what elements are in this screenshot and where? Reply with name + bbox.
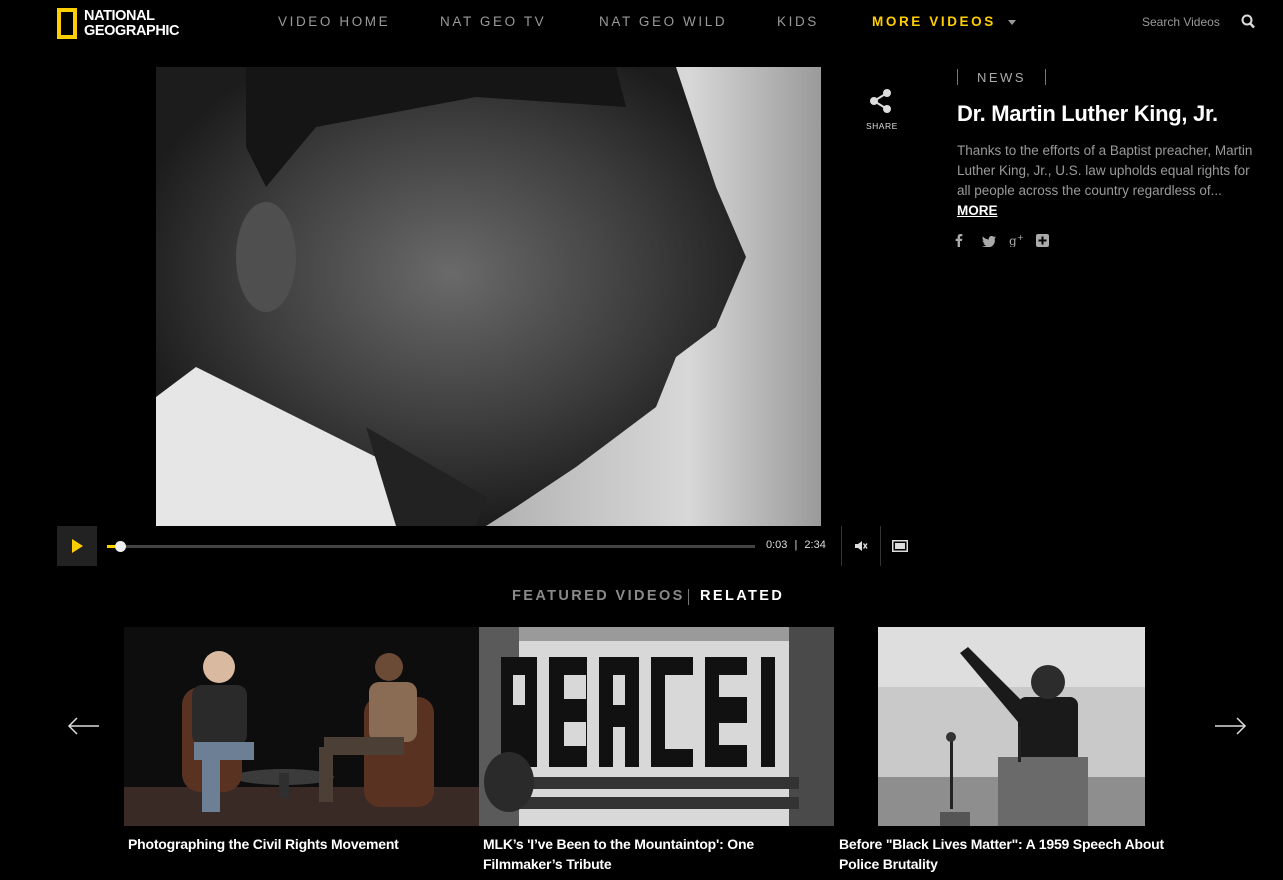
progress-bar[interactable] — [107, 541, 755, 552]
tab-divider — [688, 589, 689, 605]
more-link[interactable]: MORE — [957, 203, 998, 218]
duration: 2:34 — [804, 539, 826, 551]
svg-text:+: + — [1017, 234, 1024, 242]
tab-featured-videos[interactable]: FEATURED VIDEOS — [512, 588, 685, 604]
svg-text:g: g — [1009, 234, 1017, 247]
social-share-bar: g + — [955, 233, 1063, 250]
theater-mode-button[interactable] — [881, 526, 919, 566]
category-label[interactable]: NEWS — [957, 69, 1046, 85]
google-plus-icon[interactable]: g + — [1009, 233, 1036, 250]
search-input[interactable]: Search Videos — [1142, 15, 1220, 29]
chevron-down-icon — [1007, 19, 1016, 25]
play-icon — [72, 539, 83, 553]
carousel-next-button[interactable] — [1214, 716, 1247, 741]
add-icon[interactable] — [1036, 234, 1063, 250]
yellow-border-logo-icon — [57, 8, 77, 39]
video-frame[interactable] — [156, 67, 821, 526]
video-thumbnail[interactable] — [479, 627, 834, 826]
arrow-right-icon — [1215, 717, 1247, 735]
video-thumbnail[interactable] — [878, 627, 1145, 826]
share-icon — [870, 89, 891, 113]
play-button[interactable] — [57, 526, 97, 566]
search-icon[interactable] — [1241, 14, 1255, 34]
facebook-icon[interactable] — [955, 234, 982, 250]
tab-related[interactable]: RELATED — [700, 588, 784, 604]
twitter-icon[interactable] — [982, 235, 1009, 250]
scrubber-handle[interactable] — [114, 541, 126, 552]
carousel-prev-button[interactable] — [67, 716, 100, 741]
related-video-title[interactable]: Before "Black Lives Matter": A 1959 Spee… — [839, 834, 1184, 874]
nav-kids[interactable]: KIDS — [777, 14, 819, 29]
time-display: 0:03 | 2:34 — [766, 539, 826, 551]
video-thumbnail[interactable] — [124, 627, 479, 826]
mute-button[interactable] — [842, 526, 880, 566]
share-button[interactable]: SHARE — [866, 88, 898, 131]
share-label: SHARE — [866, 121, 898, 131]
time-separator: | — [794, 539, 798, 551]
nav-video-home[interactable]: VIDEO HOME — [278, 14, 390, 29]
nav-nat-geo-wild[interactable]: NAT GEO WILD — [599, 14, 727, 29]
current-time: 0:03 — [766, 539, 788, 551]
player-controls: 0:03 | 2:34 — [57, 526, 920, 566]
speaker-muted-icon — [855, 541, 868, 551]
thumbnail-image — [124, 627, 479, 826]
thumbnail-image — [479, 627, 834, 826]
thumbnail-image — [878, 627, 1145, 826]
natgeo-logo[interactable]: NATIONAL GEOGRAPHIC — [57, 8, 179, 39]
logo-wordmark: NATIONAL GEOGRAPHIC — [84, 7, 180, 39]
related-video-title[interactable]: Photographing the Civil Rights Movement — [128, 834, 473, 854]
nav-more-videos-label: MORE VIDEOS — [872, 14, 996, 29]
related-video-title[interactable]: MLK’s 'I’ve Been to the Mountaintop': On… — [483, 834, 828, 874]
nav-nat-geo-tv[interactable]: NAT GEO TV — [440, 14, 546, 29]
description-text: Thanks to the efforts of a Baptist preac… — [957, 143, 1253, 198]
video-title: Dr. Martin Luther King, Jr. — [957, 101, 1218, 126]
video-still-image — [156, 67, 821, 526]
nav-more-videos[interactable]: MORE VIDEOS — [872, 14, 1016, 29]
arrow-left-icon — [67, 717, 99, 735]
theater-icon — [892, 540, 908, 552]
video-description: Thanks to the efforts of a Baptist preac… — [957, 141, 1257, 221]
